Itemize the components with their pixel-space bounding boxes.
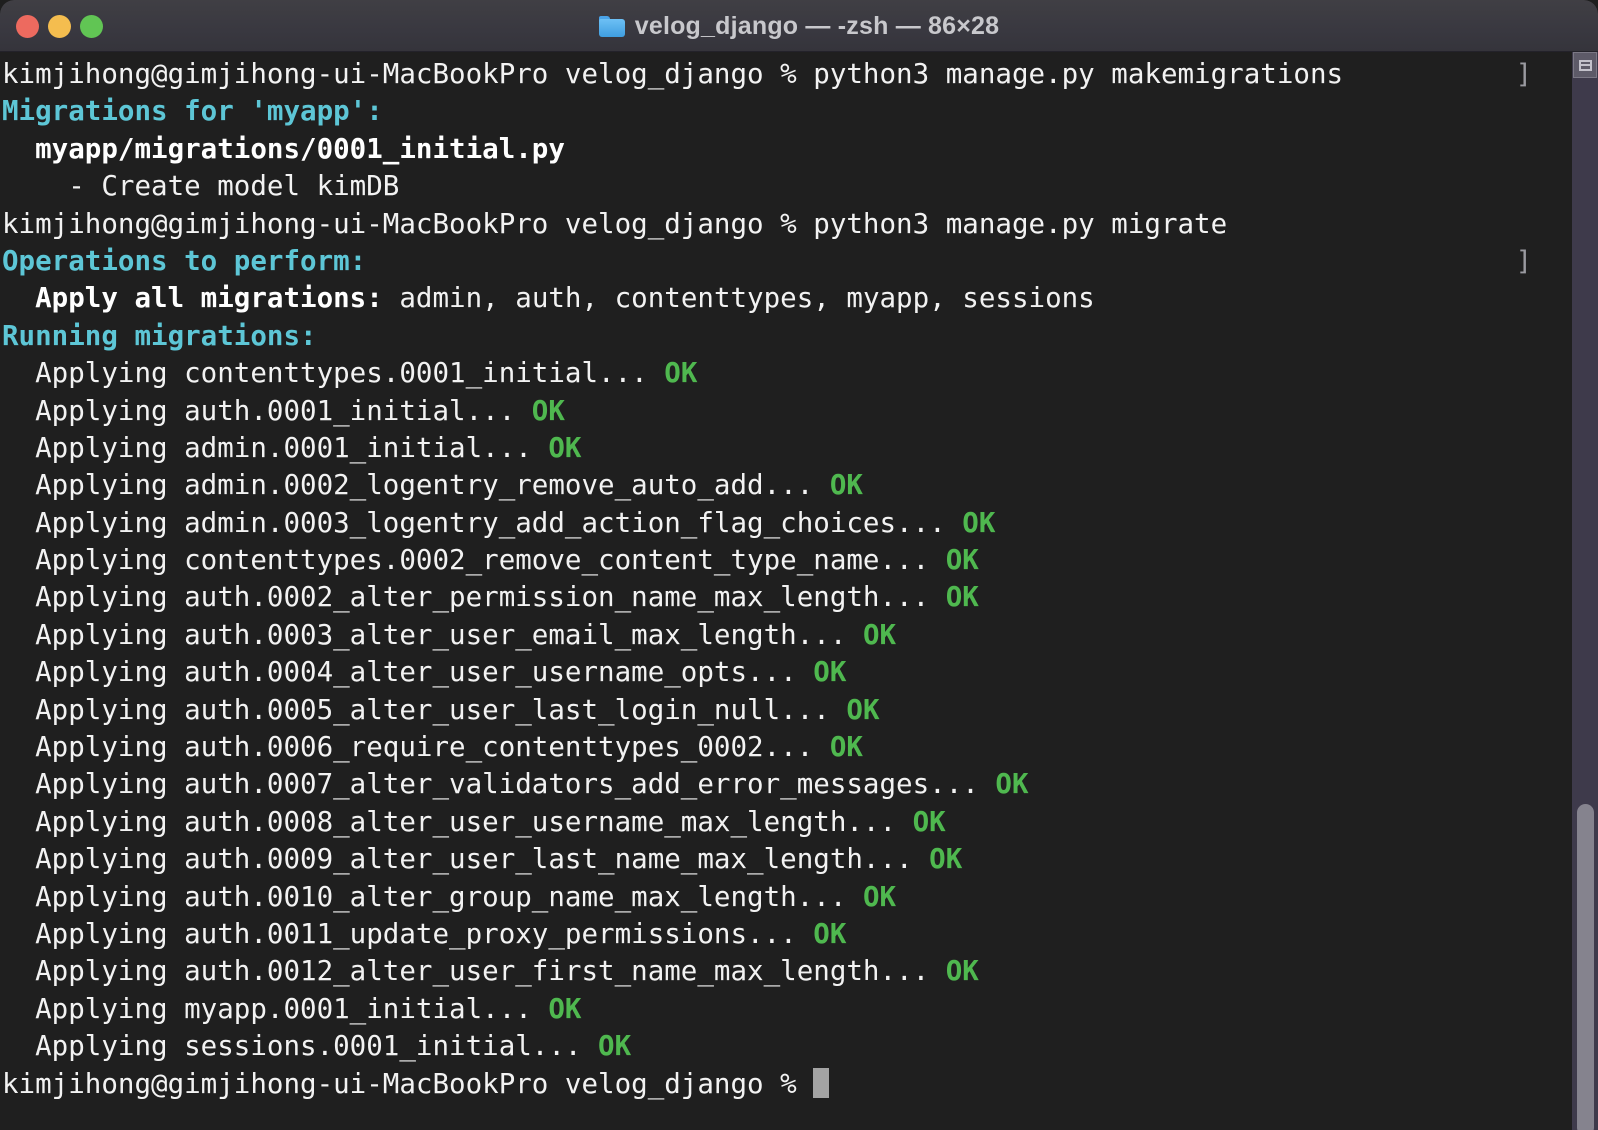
- minimize-button[interactable]: [48, 14, 71, 38]
- terminal-text: Applying myapp.0001_initial...: [2, 992, 532, 1025]
- terminal-text: Applying auth.0002_alter_permission_name…: [2, 581, 930, 614]
- terminal-text: Running migrations:: [2, 319, 317, 352]
- terminal-line: Applying admin.0002_logentry_remove_auto…: [0, 467, 1598, 504]
- terminal-text: OK: [796, 656, 847, 689]
- folder-icon: [598, 15, 625, 37]
- terminal-line: Applying admin.0003_logentry_add_action_…: [0, 505, 1598, 542]
- terminal-text: Applying auth.0003_alter_user_email_max_…: [2, 618, 847, 651]
- terminal-text: Applying contenttypes.0001_initial...: [2, 357, 648, 390]
- terminal-text: OK: [515, 394, 565, 427]
- terminal-line: Applying auth.0004_alter_user_username_o…: [0, 654, 1598, 691]
- close-button[interactable]: [16, 14, 39, 38]
- terminal-screen[interactable]: kimjihong@gimjihong-ui-MacBookPro velog_…: [0, 56, 1598, 1103]
- terminal-text: OK: [813, 731, 863, 764]
- terminal-text: OK: [929, 955, 979, 988]
- terminal-line: Applying auth.0010_alter_group_name_max_…: [0, 879, 1598, 916]
- terminal-line: Applying auth.0006_require_contenttypes_…: [0, 729, 1598, 766]
- terminal-text: OK: [978, 768, 1029, 801]
- command-mark: ]: [1515, 245, 1532, 277]
- terminal-window: velog_django — -zsh — 86×28 kimjihong@gi…: [0, 0, 1598, 1130]
- terminal-line: myapp/migrations/0001_initial.py: [0, 131, 1598, 168]
- terminal-text: OK: [846, 618, 897, 651]
- terminal-text: Applying auth.0010_alter_group_name_max_…: [2, 880, 847, 913]
- terminal-text: OK: [929, 544, 979, 577]
- terminal-text: Applying contenttypes.0002_remove_conten…: [2, 544, 930, 577]
- terminal-line: Applying contenttypes.0002_remove_conten…: [0, 542, 1598, 579]
- terminal-text: Applying auth.0012_alter_user_first_name…: [2, 955, 930, 988]
- terminal-text: Applying auth.0008_alter_user_username_m…: [2, 805, 897, 838]
- terminal-line: Apply all migrations: admin, auth, conte…: [0, 280, 1598, 317]
- terminal-text: Applying auth.0011_update_proxy_permissi…: [2, 917, 797, 950]
- terminal-line: Applying auth.0009_alter_user_last_name_…: [0, 841, 1598, 878]
- terminal-line: Applying auth.0001_initial... OK: [0, 393, 1598, 430]
- terminal-line: Migrations for 'myapp':: [0, 93, 1598, 130]
- terminal-line: Running migrations:: [0, 318, 1598, 355]
- terminal-line: Applying auth.0005_alter_user_last_login…: [0, 692, 1598, 729]
- terminal-text: OK: [531, 431, 582, 464]
- terminal-line: Applying admin.0001_initial... OK: [0, 430, 1598, 467]
- terminal-text: OK: [531, 992, 582, 1025]
- terminal-text: Applying admin.0003_logentry_add_action_…: [2, 506, 946, 539]
- list-marker-icon[interactable]: [1573, 52, 1597, 78]
- terminal-text: Apply all migrations:: [2, 282, 383, 315]
- text-cursor: [813, 1067, 830, 1098]
- terminal-text: Migrations for 'myapp':: [2, 95, 383, 128]
- terminal-line: Operations to perform:]: [0, 243, 1598, 280]
- scrollbar-thumb[interactable]: [1577, 804, 1594, 1130]
- terminal-text: OK: [813, 469, 863, 502]
- terminal-text: admin, auth, contenttypes, myapp, sessio…: [382, 282, 1095, 315]
- terminal-text: OK: [896, 805, 946, 838]
- terminal-line: Applying auth.0012_alter_user_first_name…: [0, 953, 1598, 990]
- command-mark: ]: [1515, 59, 1532, 90]
- terminal-text: - Create model kimDB: [2, 170, 400, 203]
- terminal-line: Applying sessions.0001_initial... OK: [0, 1028, 1598, 1065]
- terminal-line: Applying auth.0002_alter_permission_name…: [0, 579, 1598, 616]
- terminal-line: Applying auth.0008_alter_user_username_m…: [0, 804, 1598, 841]
- terminal-text: Applying auth.0007_alter_validators_add_…: [2, 768, 979, 801]
- terminal-text: Applying auth.0001_initial...: [2, 394, 516, 427]
- terminal-text: kimjihong@gimjihong-ui-MacBookPro velog_…: [2, 1067, 814, 1100]
- terminal-text: OK: [912, 843, 963, 876]
- terminal-line: Applying myapp.0001_initial... OK: [0, 991, 1598, 1028]
- scrollbar[interactable]: [1572, 52, 1598, 1130]
- window-title: velog_django — -zsh — 86×28: [634, 11, 1000, 40]
- terminal-text: Applying admin.0002_logentry_remove_auto…: [2, 469, 814, 502]
- terminal-text: Applying auth.0004_alter_user_username_o…: [2, 656, 797, 689]
- terminal-line: Applying auth.0011_update_proxy_permissi…: [0, 916, 1598, 953]
- terminal-text: OK: [846, 880, 897, 913]
- terminal-text: Applying auth.0005_alter_user_last_login…: [2, 693, 830, 726]
- terminal-text: myapp/migrations/0001_initial.py: [2, 132, 565, 165]
- window-controls: [16, 0, 103, 52]
- terminal-text: Applying auth.0009_alter_user_last_name_…: [2, 843, 913, 876]
- terminal-text: Applying sessions.0001_initial...: [2, 1030, 582, 1063]
- terminal-text: OK: [581, 1030, 632, 1063]
- terminal-text: kimjihong@gimjihong-ui-MacBookPro velog_…: [2, 207, 1228, 240]
- terminal-text: Operations to perform:: [2, 244, 367, 277]
- terminal-line: Applying auth.0007_alter_validators_add_…: [0, 766, 1598, 803]
- terminal-text: OK: [945, 506, 996, 539]
- terminal-text: OK: [929, 581, 979, 614]
- title-bar[interactable]: velog_django — -zsh — 86×28: [0, 0, 1598, 52]
- terminal-line: kimjihong@gimjihong-ui-MacBookPro velog_…: [0, 1066, 1598, 1103]
- terminal-text: OK: [647, 357, 698, 390]
- terminal-line: kimjihong@gimjihong-ui-MacBookPro velog_…: [0, 56, 1598, 93]
- title-group: velog_django — -zsh — 86×28: [0, 0, 1598, 52]
- terminal-line: kimjihong@gimjihong-ui-MacBookPro velog_…: [0, 206, 1598, 243]
- terminal-text: Applying admin.0001_initial...: [2, 431, 532, 464]
- terminal-line: Applying auth.0003_alter_user_email_max_…: [0, 617, 1598, 654]
- terminal-text: Applying auth.0006_require_contenttypes_…: [2, 731, 814, 764]
- terminal-text: OK: [796, 917, 847, 950]
- maximize-button[interactable]: [80, 14, 103, 38]
- terminal-body[interactable]: kimjihong@gimjihong-ui-MacBookPro velog_…: [0, 52, 1598, 1130]
- terminal-line: - Create model kimDB: [0, 168, 1598, 205]
- terminal-text: OK: [829, 693, 880, 726]
- terminal-line: Applying contenttypes.0001_initial... OK: [0, 355, 1598, 392]
- terminal-text: kimjihong@gimjihong-ui-MacBookPro velog_…: [2, 58, 1344, 90]
